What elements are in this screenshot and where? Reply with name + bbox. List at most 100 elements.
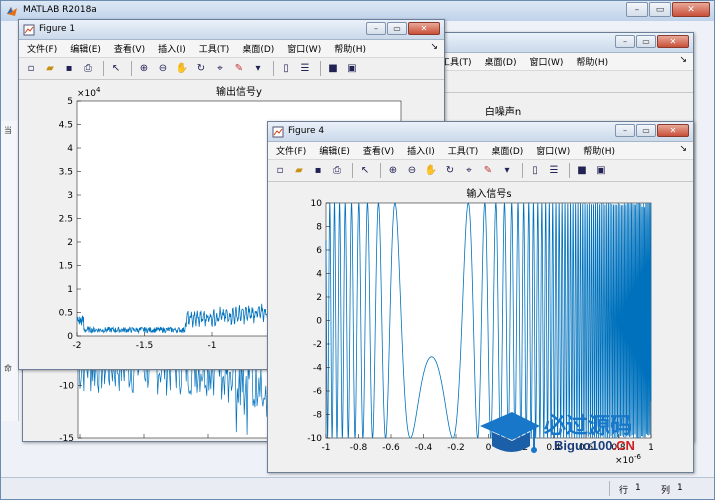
menu-desktop[interactable]: 桌面(D) <box>485 55 517 68</box>
new-figure-icon[interactable]: ▫ <box>23 61 39 77</box>
minimize-button[interactable]: – <box>366 22 386 35</box>
save-icon[interactable]: ▪ <box>310 163 326 179</box>
menu-window[interactable]: 窗口(W) <box>287 42 321 55</box>
menu-desktop[interactable]: 桌面(D) <box>491 144 523 157</box>
status-col-label: 列 <box>661 486 671 496</box>
hide-tools-icon[interactable]: ■ <box>574 163 590 179</box>
menu-overflow-icon[interactable]: ↘ <box>679 55 687 65</box>
y-tick-label: -10 <box>307 434 322 444</box>
zoom-out-icon[interactable]: ⊖ <box>155 61 171 77</box>
toolbar-separator <box>569 163 570 178</box>
menu-view[interactable]: 查看(V) <box>363 144 394 157</box>
menu-file[interactable]: 文件(F) <box>27 42 57 55</box>
rotate-icon[interactable]: ↻ <box>193 61 209 77</box>
menu-overflow-icon[interactable]: ↘ <box>679 144 687 154</box>
menu-tools[interactable]: 工具(T) <box>441 55 472 68</box>
pointer-icon[interactable]: ↖ <box>357 163 373 179</box>
y-tick-label: 0 <box>67 332 73 342</box>
y-tick-label: 1.5 <box>59 262 73 272</box>
close-button[interactable]: ✕ <box>672 2 710 17</box>
dropdown-icon[interactable]: ▾ <box>499 163 515 179</box>
y-tick-label: 8 <box>316 223 322 233</box>
y-tick-label: -2 <box>313 340 322 350</box>
dock-icon[interactable]: ▣ <box>344 61 360 77</box>
menu-help[interactable]: 帮助(H) <box>334 42 366 55</box>
side-label: 命 <box>4 364 12 373</box>
close-button[interactable]: ✕ <box>408 22 440 35</box>
y-tick-label: -15 <box>59 434 74 441</box>
graduation-cap-icon <box>480 412 540 453</box>
print-icon[interactable]: ⎙ <box>329 163 345 179</box>
zoom-in-icon[interactable]: ⊕ <box>385 163 401 179</box>
new-figure-icon[interactable]: ▫ <box>272 163 288 179</box>
toolbar-separator <box>273 61 274 76</box>
figure-4-toolbar: ▫ ▰ ▪ ⎙ ↖ ⊕ ⊖ ✋ ↻ ⌖ ✎ ▾ ▯ ☰ ■ ▣ <box>268 160 693 182</box>
matlab-logo-icon <box>7 7 17 16</box>
minimize-button[interactable]: – <box>615 124 635 137</box>
pan-icon[interactable]: ✋ <box>174 61 190 77</box>
brush-icon[interactable]: ✎ <box>231 61 247 77</box>
data-cursor-icon[interactable]: ⌖ <box>461 163 477 179</box>
menu-insert[interactable]: 插入(I) <box>158 42 186 55</box>
close-button[interactable]: ✕ <box>657 124 689 137</box>
menu-window[interactable]: 窗口(W) <box>529 55 563 68</box>
y-exponent-label: ×104 <box>77 86 101 99</box>
zoom-in-icon[interactable]: ⊕ <box>136 61 152 77</box>
main-window-controls: – ▭ ✕ <box>626 2 710 17</box>
menu-help[interactable]: 帮助(H) <box>583 144 615 157</box>
watermark-logo: 必过源码 Biguo100.CN <box>478 408 678 468</box>
menu-file[interactable]: 文件(F) <box>276 144 306 157</box>
watermark-sub-text: Biguo100 <box>554 438 613 453</box>
figure-1-title-bar[interactable]: Figure 1 – ▭ ✕ <box>19 20 444 40</box>
data-cursor-icon[interactable]: ⌖ <box>212 61 228 77</box>
open-file-icon[interactable]: ▰ <box>291 163 307 179</box>
colorbar-icon[interactable]: ▯ <box>527 163 543 179</box>
menu-edit[interactable]: 编辑(E) <box>70 42 101 55</box>
close-button[interactable]: ✕ <box>657 35 689 48</box>
figure-4-title-bar[interactable]: Figure 4 – ▭ ✕ <box>268 122 693 142</box>
x-tick-label: -0.2 <box>447 443 465 453</box>
y-tick-label: 2 <box>67 238 73 248</box>
dropdown-icon[interactable]: ▾ <box>250 61 266 77</box>
legend-icon[interactable]: ☰ <box>546 163 562 179</box>
maximize-button[interactable]: ▭ <box>636 35 656 48</box>
menu-overflow-icon[interactable]: ↘ <box>430 42 438 52</box>
zoom-out-icon[interactable]: ⊖ <box>404 163 420 179</box>
plot-title: 输出信号y <box>216 85 262 98</box>
y-tick-label: 0 <box>316 317 322 327</box>
brush-icon[interactable]: ✎ <box>480 163 496 179</box>
colorbar-icon[interactable]: ▯ <box>278 61 294 77</box>
y-tick-label: 2.5 <box>59 215 73 225</box>
menu-window[interactable]: 窗口(W) <box>536 144 570 157</box>
maximize-button[interactable]: ▭ <box>649 2 671 17</box>
menu-tools[interactable]: 工具(T) <box>199 42 230 55</box>
legend-icon[interactable]: ☰ <box>297 61 313 77</box>
maximize-button[interactable]: ▭ <box>636 124 656 137</box>
pan-icon[interactable]: ✋ <box>423 163 439 179</box>
save-icon[interactable]: ▪ <box>61 61 77 77</box>
main-title-bar[interactable]: MATLAB R2018a – ▭ ✕ <box>1 1 714 21</box>
y-tick-label: 6 <box>316 246 322 256</box>
menu-help[interactable]: 帮助(H) <box>576 55 608 68</box>
pointer-icon[interactable]: ↖ <box>108 61 124 77</box>
open-file-icon[interactable]: ▰ <box>42 61 58 77</box>
minimize-button[interactable]: – <box>626 2 648 17</box>
desktop: MATLAB R2018a – ▭ ✕ 当 命 行 1 列 1 – ▭ ✕ 工具… <box>0 0 715 500</box>
print-icon[interactable]: ⎙ <box>80 61 96 77</box>
minimize-button[interactable]: – <box>615 35 635 48</box>
menu-insert[interactable]: 插入(I) <box>407 144 435 157</box>
menu-tools[interactable]: 工具(T) <box>448 144 479 157</box>
menu-edit[interactable]: 编辑(E) <box>319 144 350 157</box>
toolbar-separator <box>320 61 321 76</box>
rotate-icon[interactable]: ↻ <box>442 163 458 179</box>
y-tick-label: 10 <box>311 199 323 209</box>
y-tick-label: 4.5 <box>59 121 73 131</box>
toolbar-separator <box>380 163 381 178</box>
maximize-button[interactable]: ▭ <box>387 22 407 35</box>
hide-tools-icon[interactable]: ■ <box>325 61 341 77</box>
menu-view[interactable]: 查看(V) <box>114 42 145 55</box>
figure-1-title: Figure 1 <box>39 24 76 34</box>
dock-icon[interactable]: ▣ <box>593 163 609 179</box>
x-tick-label: -1 <box>322 443 331 453</box>
menu-desktop[interactable]: 桌面(D) <box>242 42 274 55</box>
